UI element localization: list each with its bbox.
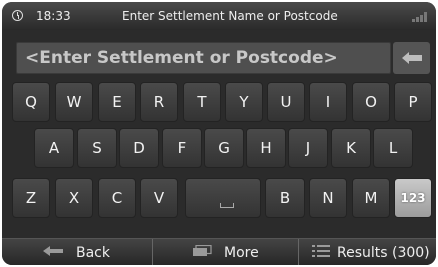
key-w[interactable]: W: [55, 82, 93, 122]
key-r[interactable]: R: [140, 82, 178, 122]
key-f[interactable]: F: [162, 128, 202, 168]
more-button-label: More: [224, 244, 259, 261]
key-c[interactable]: C: [98, 178, 136, 218]
backspace-button[interactable]: [393, 42, 430, 74]
back-button[interactable]: Back: [42, 239, 150, 265]
space-key[interactable]: [185, 178, 261, 218]
key-x[interactable]: X: [55, 178, 93, 218]
key-z[interactable]: Z: [12, 178, 50, 218]
results-button-label: Results (300): [337, 244, 430, 261]
divider: [298, 239, 299, 265]
status-bar: 18:33 Enter Settlement Name or Postcode: [2, 2, 436, 30]
search-input[interactable]: [17, 43, 390, 73]
more-icon: [192, 244, 212, 261]
key-l[interactable]: L: [373, 128, 413, 168]
navigation-screen: 18:33 Enter Settlement Name or Postcode …: [2, 2, 436, 265]
key-j[interactable]: J: [288, 128, 328, 168]
bottom-bar: Back More Results (300): [2, 238, 436, 265]
clock-icon: [12, 10, 23, 21]
key-e[interactable]: E: [98, 82, 136, 122]
key-u[interactable]: U: [267, 82, 305, 122]
key-d[interactable]: D: [119, 128, 159, 168]
divider: [152, 239, 153, 265]
key-i[interactable]: I: [309, 82, 347, 122]
key-v[interactable]: V: [140, 178, 178, 218]
status-time: 18:33: [36, 9, 71, 23]
back-arrow-icon: [42, 245, 64, 261]
key-k[interactable]: K: [331, 128, 371, 168]
back-button-label: Back: [76, 244, 110, 261]
key-q[interactable]: Q: [12, 82, 50, 122]
key-m[interactable]: M: [352, 178, 390, 218]
key-b[interactable]: B: [265, 178, 305, 218]
page-title: Enter Settlement Name or Postcode: [122, 9, 338, 23]
results-button[interactable]: Results (300): [312, 239, 436, 265]
backspace-arrow-icon: [402, 52, 422, 64]
key-p[interactable]: P: [394, 82, 432, 122]
numeric-keyboard-key[interactable]: 123: [394, 178, 432, 218]
space-bar-icon: [220, 203, 234, 208]
key-o[interactable]: O: [352, 82, 390, 122]
key-y[interactable]: Y: [225, 82, 263, 122]
signal-icon: [412, 12, 428, 22]
key-h[interactable]: H: [246, 128, 286, 168]
key-t[interactable]: T: [183, 82, 221, 122]
key-g[interactable]: G: [204, 128, 244, 168]
key-a[interactable]: A: [34, 128, 74, 168]
more-button[interactable]: More: [192, 239, 292, 265]
search-field[interactable]: [16, 42, 391, 74]
key-n[interactable]: N: [309, 178, 347, 218]
list-icon: [312, 244, 330, 262]
key-s[interactable]: S: [77, 128, 117, 168]
